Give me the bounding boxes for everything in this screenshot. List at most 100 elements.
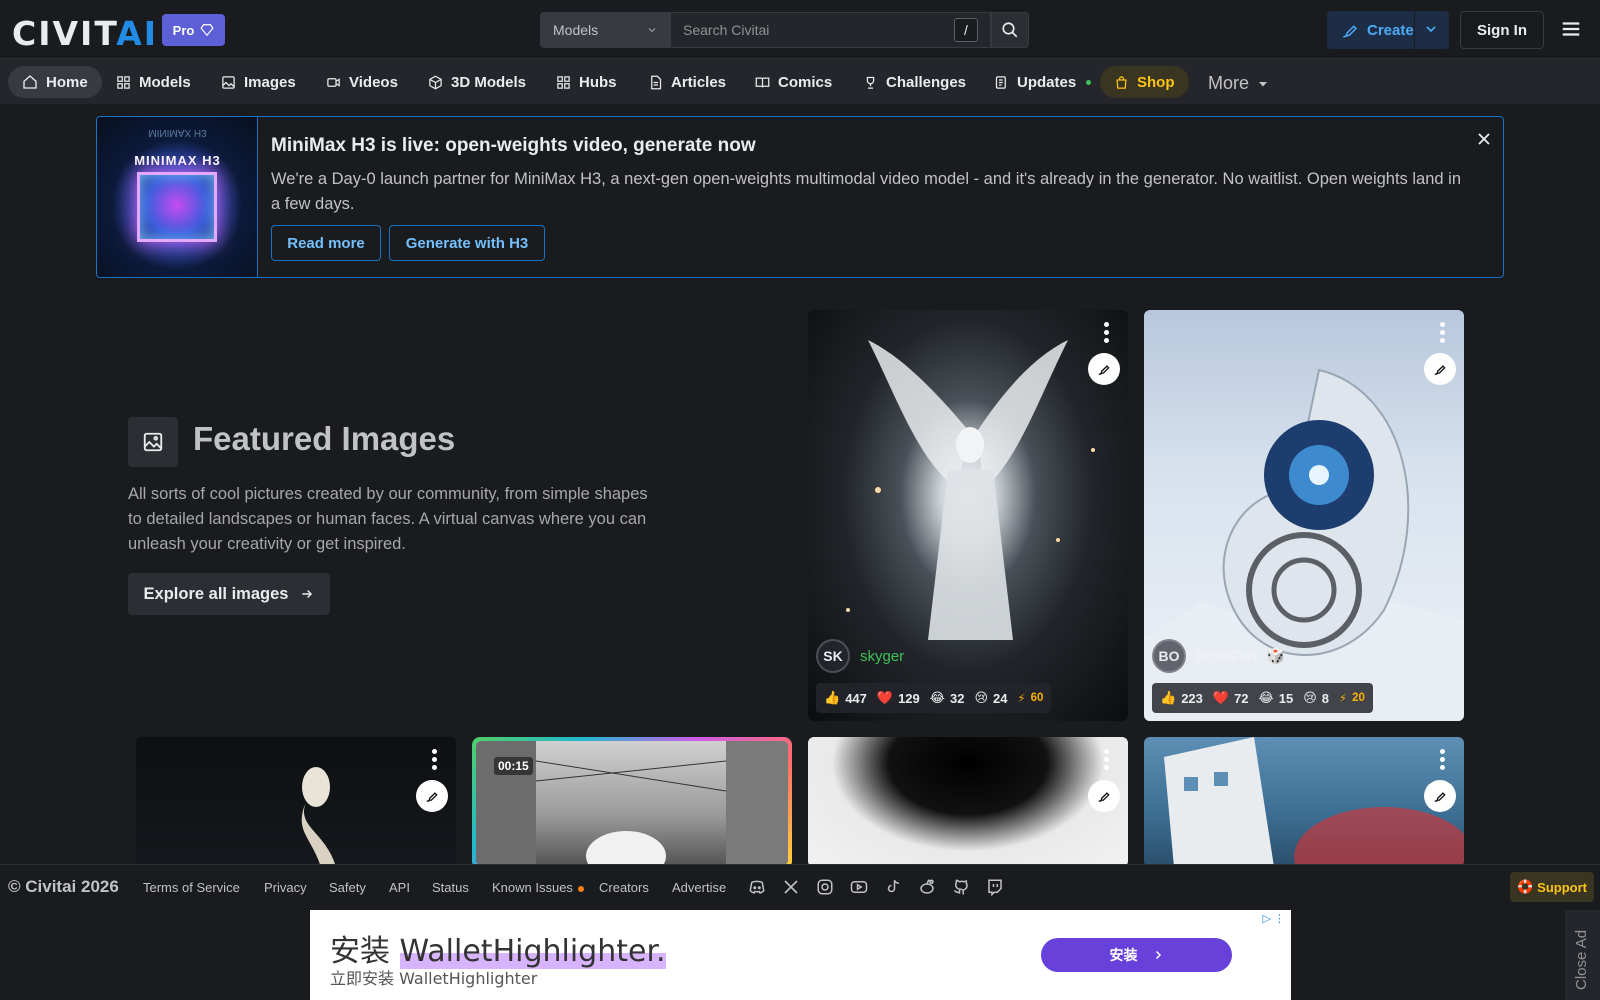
laugh-icon: 😂 (929, 690, 945, 705)
nav-articles[interactable]: Articles (634, 66, 740, 98)
sign-in-button[interactable]: Sign In (1460, 11, 1544, 49)
copyright: © Civitai 2026 (8, 877, 119, 896)
reaction-like[interactable]: 👍 447 (824, 690, 867, 706)
ad-choices-icon[interactable]: ▷ ⋮ (1262, 912, 1285, 925)
remix-button[interactable] (416, 780, 448, 812)
ad-title: 安装 WalletHighlighter. (330, 934, 666, 969)
remix-button[interactable] (1424, 780, 1456, 812)
video-card[interactable]: 00:15 (472, 737, 792, 869)
reaction-cry[interactable]: 😢 8 (1303, 690, 1329, 706)
explore-all-images-button[interactable]: Explore all images (128, 573, 330, 615)
nav-updates[interactable]: Updates (980, 66, 1105, 98)
nav-comics[interactable]: Comics (741, 66, 846, 98)
reaction-buzz[interactable]: ⚡ 20 (1339, 691, 1365, 705)
brush-icon (1098, 792, 1110, 802)
chevron-right-icon (1155, 950, 1161, 960)
chevron-down-icon (648, 28, 656, 33)
nav-images[interactable]: Images (207, 66, 310, 98)
create-button[interactable]: Create (1327, 11, 1449, 49)
reaction-heart[interactable]: ❤️ 129 (877, 690, 920, 706)
nav-shop[interactable]: Shop (1100, 66, 1189, 98)
ad-install-button[interactable]: 安装 (1041, 938, 1232, 972)
image-card[interactable] (808, 737, 1128, 867)
reaction-laugh[interactable]: 😂 32 (930, 690, 965, 706)
search-input[interactable]: Search Civitai / (671, 12, 991, 48)
nav-more[interactable]: More (1208, 73, 1269, 94)
reaction-bar: 👍 223 ❤️ 72 😂 15 😢 8 ⚡ 20 (1152, 683, 1373, 713)
remix-button[interactable] (1088, 353, 1120, 385)
remix-button[interactable] (1424, 353, 1456, 385)
twitch-icon[interactable] (986, 878, 1004, 896)
menu-icon[interactable] (1560, 18, 1582, 40)
chevron-down-icon[interactable] (1423, 21, 1439, 37)
footer-link-status[interactable]: Status (432, 880, 469, 895)
close-ad-button[interactable]: Close Ad (1565, 910, 1600, 1000)
card-user[interactable]: BO Box4Fun 🎲 (1152, 639, 1285, 673)
support-button[interactable]: 🛟 Support (1510, 872, 1594, 902)
card-menu-icon[interactable] (432, 749, 438, 773)
thumbs-up-icon: 👍 (1160, 690, 1177, 705)
read-more-button[interactable]: Read more (271, 225, 381, 261)
card-menu-icon[interactable] (1440, 322, 1446, 346)
reaction-cry[interactable]: 😢 24 (974, 690, 1007, 706)
search-shortcut: / (954, 18, 978, 42)
search-bar: Models Search Civitai / (540, 12, 1055, 48)
search-category-select[interactable]: Models (540, 12, 671, 48)
footer-link-known-issues[interactable]: Known Issues (492, 880, 584, 895)
reaction-buzz[interactable]: ⚡ 60 (1017, 691, 1043, 705)
github-icon[interactable] (952, 878, 970, 896)
cry-icon: 😢 (974, 690, 989, 705)
card-menu-icon[interactable] (1104, 749, 1110, 773)
username[interactable]: Box4Fun (1196, 648, 1256, 665)
nav-hubs[interactable]: Hubs (542, 66, 631, 98)
nav-3d-models[interactable]: 3D Models (414, 66, 540, 98)
main-nav: Home Models Images Videos 3D Models Hubs… (0, 59, 1600, 104)
tiktok-icon[interactable] (884, 878, 902, 896)
footer-link-creators[interactable]: Creators (599, 880, 649, 895)
card-menu-icon[interactable] (1440, 749, 1446, 773)
username[interactable]: skyger (860, 648, 904, 665)
lightning-icon: ⚡ (1017, 693, 1026, 705)
footer-link-terms[interactable]: Terms of Service (143, 880, 240, 895)
discord-icon[interactable] (748, 878, 766, 896)
reaction-like[interactable]: 👍 223 (1160, 690, 1203, 706)
avatar: BO (1152, 639, 1186, 673)
nav-challenges[interactable]: Challenges (849, 66, 980, 98)
nav-models[interactable]: Models (102, 66, 205, 98)
footer-link-safety[interactable]: Safety (329, 880, 366, 895)
generate-with-h3-button[interactable]: Generate with H3 (389, 225, 545, 261)
remix-button[interactable] (1088, 780, 1120, 812)
pro-button[interactable]: Pro (162, 14, 225, 46)
trophy-icon (866, 76, 875, 89)
reaction-laugh[interactable]: 😂 15 (1259, 690, 1294, 706)
image-card[interactable]: BO Box4Fun 🎲 👍 223 ❤️ 72 😂 15 😢 8 ⚡ 20 (1144, 310, 1464, 721)
cube-badge-icon: 🎲 (1266, 648, 1285, 665)
footer-link-advertise[interactable]: Advertise (672, 880, 726, 895)
brush-icon (1098, 365, 1110, 375)
nav-home[interactable]: Home (8, 66, 102, 98)
x-twitter-icon[interactable] (782, 878, 800, 896)
image-icon (143, 432, 163, 452)
advertisement[interactable]: 安装 WalletHighlighter. 立即安装 WalletHighlig… (310, 910, 1291, 1000)
reaction-bar: 👍 447 ❤️ 129 😂 32 😢 24 ⚡ 60 (816, 683, 1052, 713)
footer-link-privacy[interactable]: Privacy (264, 880, 307, 895)
footer: © Civitai 2026 Terms of Service Privacy … (0, 864, 1600, 910)
diamond-icon (200, 24, 214, 37)
civitai-logo[interactable]: CIVITAI (12, 14, 158, 53)
card-user[interactable]: SK skyger (816, 639, 904, 673)
nav-videos[interactable]: Videos (312, 66, 412, 98)
figure-artwork (301, 767, 336, 867)
search-button[interactable] (991, 12, 1029, 48)
card-menu-icon[interactable] (1104, 322, 1110, 346)
image-card[interactable]: SK skyger 👍 447 ❤️ 129 😂 32 😢 24 ⚡ 60 (808, 310, 1128, 721)
instagram-icon[interactable] (816, 878, 834, 896)
footer-link-api[interactable]: API (389, 880, 410, 895)
brush-icon (1343, 25, 1358, 38)
image-card[interactable] (1144, 737, 1464, 867)
reddit-icon[interactable] (918, 878, 936, 896)
youtube-icon[interactable] (850, 878, 868, 896)
heart-icon: ❤️ (1212, 690, 1230, 705)
image-card[interactable] (136, 737, 456, 867)
close-icon[interactable] (1474, 129, 1494, 149)
reaction-heart[interactable]: ❤️ 72 (1213, 690, 1249, 706)
